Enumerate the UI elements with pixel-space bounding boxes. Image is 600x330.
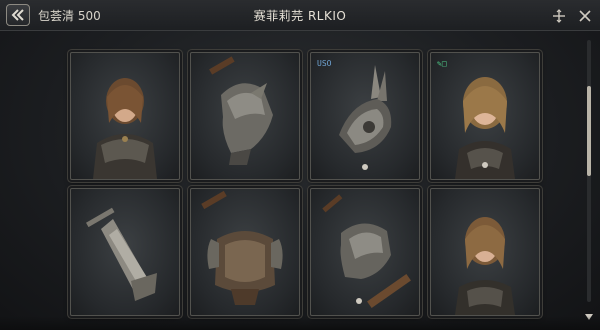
character-portrait-image bbox=[93, 78, 157, 179]
close-icon[interactable] bbox=[578, 8, 592, 22]
blade-image bbox=[86, 207, 157, 301]
card-armor-piece[interactable] bbox=[310, 188, 420, 316]
card-chest-armor[interactable] bbox=[190, 188, 300, 316]
double-chevron-left-icon bbox=[11, 9, 24, 21]
move-icon[interactable] bbox=[552, 8, 566, 23]
character-portrait-image bbox=[455, 77, 515, 179]
inventory-panel: 包荟清 500 赛菲莉芫 RLKIO USO ✎□ bbox=[0, 0, 600, 330]
card-character-portrait-1[interactable] bbox=[70, 52, 180, 180]
scrollbar-thumb[interactable] bbox=[587, 86, 591, 176]
chest-armor-image bbox=[201, 190, 283, 305]
armor-piece-image bbox=[322, 194, 411, 309]
bag-capacity-label: 包荟清 500 bbox=[38, 9, 101, 23]
character-portrait-image bbox=[455, 217, 515, 315]
card-blade[interactable] bbox=[70, 188, 180, 316]
page-title: 赛菲莉芫 RLKIO bbox=[253, 9, 347, 23]
scrollbar-track[interactable] bbox=[587, 40, 591, 302]
spiked-pauldron-image bbox=[339, 65, 392, 170]
card-helmet[interactable] bbox=[190, 52, 300, 180]
scroll-down-arrow-icon[interactable] bbox=[585, 306, 593, 320]
helmet-image bbox=[209, 56, 273, 165]
card-character-portrait-3[interactable] bbox=[430, 188, 540, 316]
card-character-portrait-2[interactable]: ✎□ bbox=[430, 52, 540, 180]
back-button[interactable] bbox=[6, 4, 30, 26]
bottom-shadow bbox=[0, 316, 600, 330]
top-bar: 包荟清 500 赛菲莉芫 RLKIO bbox=[0, 0, 600, 31]
card-spiked-pauldron[interactable]: USO bbox=[310, 52, 420, 180]
